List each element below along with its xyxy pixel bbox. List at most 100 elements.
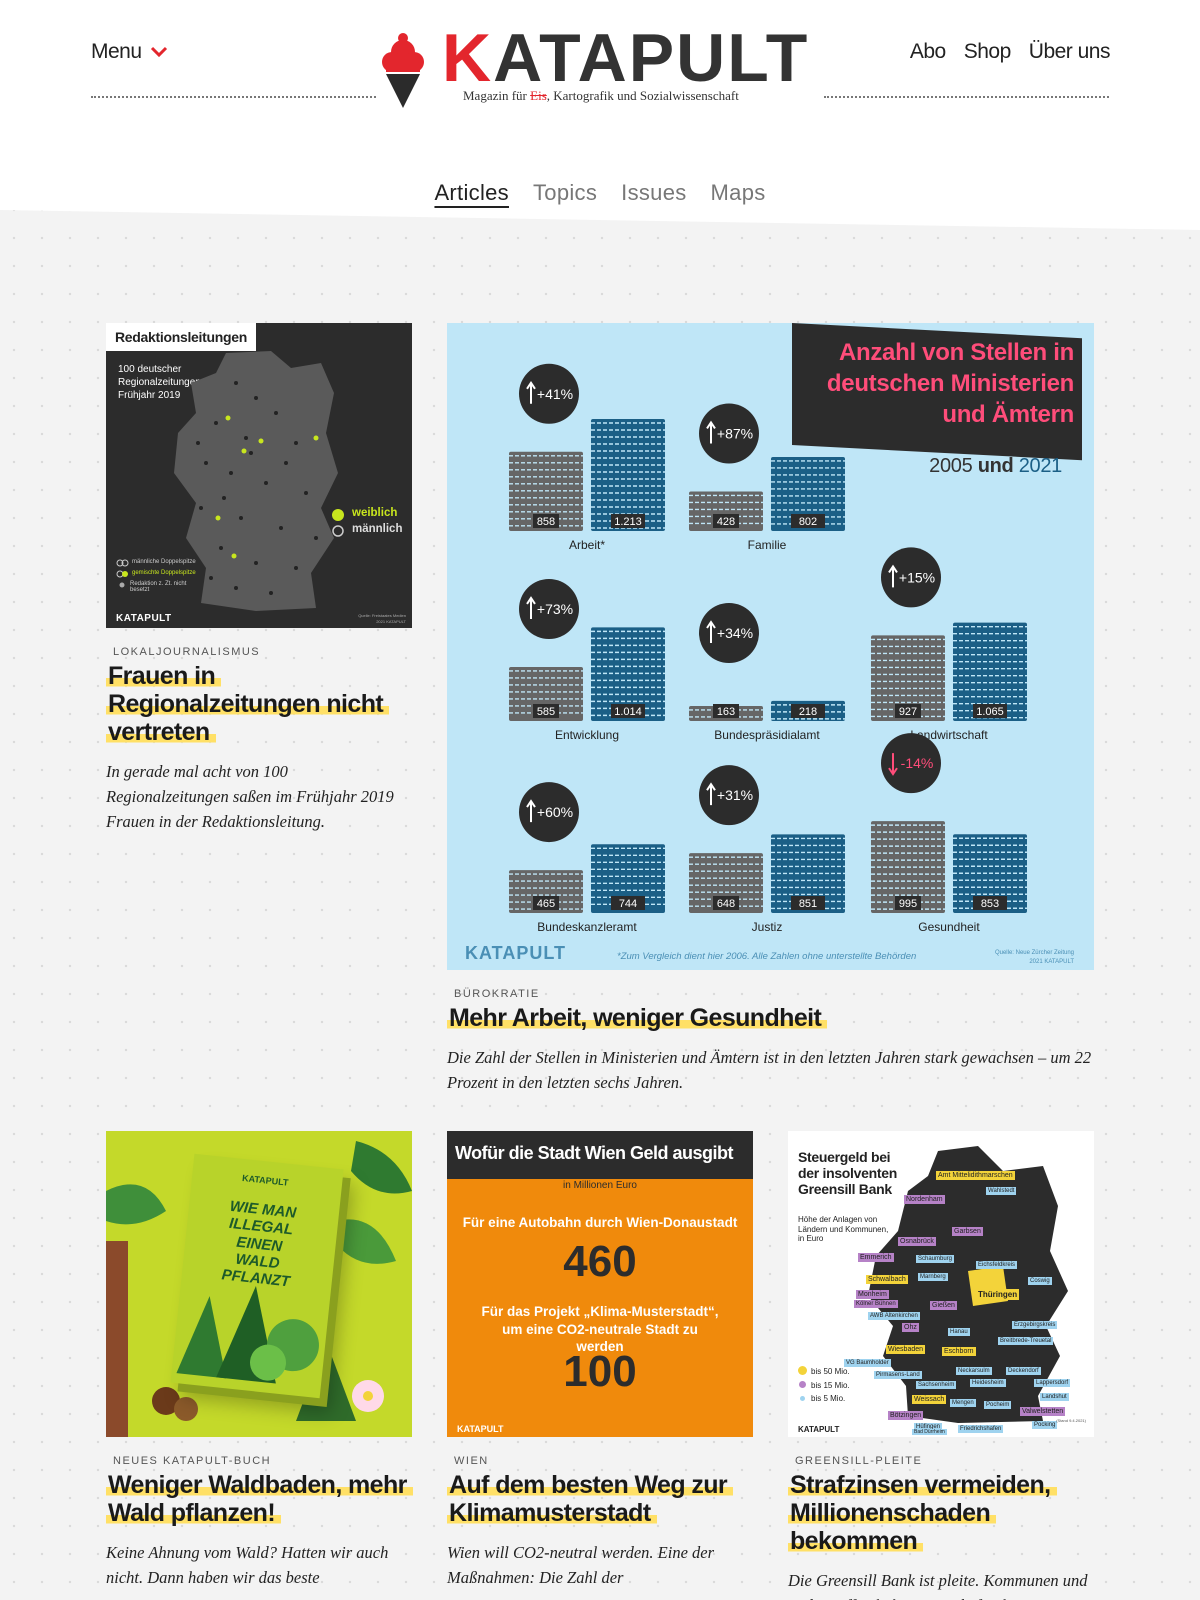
legend-5: bis 5 Mio. [798, 1392, 850, 1406]
place-label-purple: Gießen [930, 1301, 957, 1310]
category-label: Entwicklung [555, 728, 619, 742]
site-header: Menu KATAPULT Magazin für Eis, Kartograf… [0, 0, 1200, 130]
article-image-stellen-chart[interactable]: 858 1.213 Arbeit* +41% 428 802 Familie +87% 585 1… [447, 323, 1094, 970]
wien-brand: KATAPULT [457, 1424, 504, 1434]
article-image-redaktionsleitungen[interactable]: Redaktionsleitungen 100 deutscher Region… [106, 323, 412, 628]
article-image-wien[interactable]: Wofür die Stadt Wien Geld ausgibt in Mil… [447, 1131, 753, 1437]
greensill-legend: bis 50 Mio. bis 15 Mio. bis 5 Mio. [798, 1365, 850, 1406]
chart-brand: KATAPULT [465, 943, 566, 963]
tab-articles[interactable]: Articles [434, 180, 509, 206]
menu-label: Menu [91, 40, 142, 63]
article-title[interactable]: Frauen in Regionalzeitungen nicht vertre… [106, 662, 412, 746]
category-label: Gesundheit [918, 920, 980, 934]
nav-shop[interactable]: Shop [964, 40, 1012, 64]
wien-item2-value: 100 [563, 1347, 637, 1396]
article-card-greensill[interactable]: Steuergeld bei der insolventen Greensill… [788, 1131, 1094, 1600]
article-teaser: Keine Ahnung vom Wald? Hatten wir auch n… [106, 1543, 389, 1587]
place-label-purple: Monheim [856, 1290, 889, 1299]
value-label-2005: 858 [537, 516, 555, 528]
place-label-blue: Pocheim [984, 1401, 1012, 1409]
place-label-purple: Bötzingen [888, 1411, 924, 1420]
category-label: Justiz [752, 920, 783, 934]
value-label-2021: 853 [981, 898, 999, 910]
place-label-blue: Mengen [950, 1399, 976, 1407]
change-label: +60% [537, 804, 573, 820]
tab-maps[interactable]: Maps [711, 180, 766, 206]
place-label-purple: Garbsen [952, 1227, 983, 1236]
article-category[interactable]: Lokaljournalismus [113, 646, 412, 658]
place-label-blue: Sachsenheim [916, 1381, 957, 1389]
article-teaser: Die Greensill Bank ist pleite. Kommunen … [788, 1571, 1088, 1600]
place-label-blue: Friedrichshafen [958, 1425, 1004, 1433]
place-label-purple: Kölner Bühnen [854, 1300, 898, 1308]
category-label: Bundeskanzleramt [537, 920, 637, 934]
greensill-date: (Stand 9.4.2021) [1056, 1418, 1086, 1423]
greensill-brand: KATAPULT [798, 1425, 840, 1434]
place-label-blue: Lappersdorf [1034, 1379, 1071, 1387]
book-trees-illustration [176, 1285, 319, 1384]
category-label: Arbeit* [569, 538, 605, 552]
menu-button[interactable]: Menu [91, 40, 168, 64]
article-title[interactable]: Strafzinsen vermeiden, Millionenschaden … [788, 1471, 1094, 1555]
chart-subtitle-year-a: 2005 [929, 455, 973, 477]
value-label-2021: 1.213 [614, 516, 642, 528]
article-category[interactable]: Neues KATAPULT-Buch [113, 1455, 412, 1467]
nav-abo[interactable]: Abo [910, 40, 946, 64]
header-divider-right [824, 96, 1109, 98]
legend-maennlich: männlich [352, 523, 403, 535]
article-card-frauen[interactable]: Redaktionsleitungen 100 deutscher Region… [106, 323, 412, 834]
article-title[interactable]: Mehr Arbeit, weniger Gesundheit [447, 1004, 1094, 1032]
chart-subtitle: 2005 und 2021 [929, 455, 1062, 478]
change-label: +73% [537, 601, 573, 617]
value-label-2005: 648 [717, 898, 735, 910]
place-label-purple: Nordenham [904, 1195, 945, 1204]
image-source: Quelle: Freistaates Medien [358, 613, 406, 618]
nav-ueber-uns[interactable]: Über uns [1029, 40, 1111, 64]
article-teaser: Wien will CO2-neutral werden. Eine der M… [447, 1543, 715, 1587]
top-nav: Abo Shop Über uns [910, 40, 1111, 64]
small-legend-1: männliche Doppelspitze [132, 559, 196, 565]
place-label-purple: Valwelstetten [1020, 1407, 1066, 1416]
value-label-2005: 927 [899, 706, 917, 718]
article-title[interactable]: Auf dem besten Weg zur Klimamusterstadt [447, 1471, 753, 1527]
chart-subtitle-und: und [972, 455, 1019, 477]
article-image-greensill[interactable]: Steuergeld bei der insolventen Greensill… [788, 1131, 1094, 1437]
place-label-blue: Marnberg [918, 1273, 948, 1281]
legend-15: bis 15 Mio. [798, 1379, 850, 1393]
article-title[interactable]: Weniger Waldbaden, mehr Wald pflanzen! [106, 1471, 413, 1527]
wien-item1-value: 460 [563, 1237, 637, 1286]
place-label-blue: AWB Altenkirchen [868, 1312, 920, 1320]
place-label-blue: Wahlstedt [986, 1187, 1017, 1195]
article-card-buerokratie[interactable]: 858 1.213 Arbeit* +41% 428 802 Familie +87% 585 1… [447, 323, 1094, 1096]
place-label-purple: Osnabrück [898, 1237, 936, 1246]
logo-wordmark: KATAPULT [442, 20, 810, 96]
change-label: +15% [899, 569, 935, 585]
place-label-blue: Landshut [1040, 1393, 1069, 1401]
place-label-yellow: Weissach [912, 1395, 947, 1404]
change-label: +31% [717, 787, 753, 803]
place-label-yellow: Wiesbaden [886, 1345, 926, 1354]
wien-heading: Wofür die Stadt Wien Geld ausgibt [455, 1143, 734, 1163]
tab-topics[interactable]: Topics [533, 180, 597, 206]
chart-copyright: 2021 KATAPULT [1029, 959, 1074, 965]
article-category[interactable]: Wien [454, 1455, 753, 1467]
book-cover: KATAPULT WIE MAN ILLEGAL EINEN WALD PFLA… [170, 1153, 344, 1399]
article-card-wald[interactable]: KATAPULT WIE MAN ILLEGAL EINEN WALD PFLA… [106, 1131, 413, 1591]
place-label-blue: Eichsfeldkreis [976, 1261, 1018, 1269]
ice-cream-logo-icon [382, 33, 424, 108]
value-label-2005: 465 [537, 898, 555, 910]
article-card-wien[interactable]: Wofür die Stadt Wien Geld ausgibt in Mil… [447, 1131, 753, 1591]
value-label-2021: 851 [799, 898, 817, 910]
place-label-blue: Deckendorf [1006, 1367, 1041, 1375]
place-label-blue: Breitbrede-Treuetal [998, 1337, 1054, 1345]
article-image-book[interactable]: KATAPULT WIE MAN ILLEGAL EINEN WALD PFLA… [106, 1131, 412, 1437]
place-label-blue: Neckarsulm [956, 1367, 992, 1375]
article-category[interactable]: Bürokratie [454, 988, 1094, 1000]
place-label-purple: Emmerich [858, 1253, 894, 1262]
greensill-sub: Höhe der Anlagen von Ländern und Kommune… [798, 1215, 889, 1244]
tab-issues[interactable]: Issues [621, 180, 686, 206]
article-category[interactable]: Greensill-Pleite [795, 1455, 1094, 1467]
katapult-logo[interactable]: KATAPULT Magazin für Eis, Kartografik un… [380, 24, 820, 108]
wien-unit: in Millionen Euro [563, 1180, 637, 1191]
place-label-blue: Heidesheim [970, 1379, 1006, 1387]
